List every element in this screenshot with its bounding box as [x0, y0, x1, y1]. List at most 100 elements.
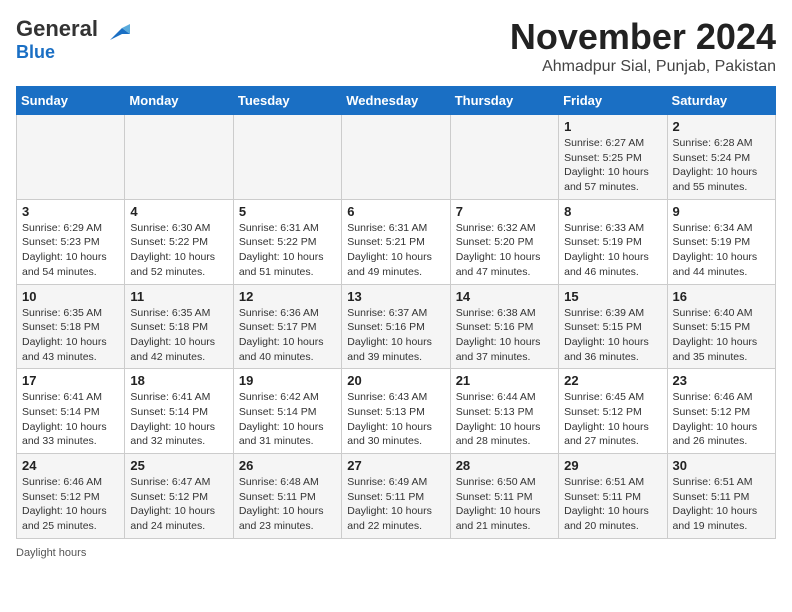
calendar-week-row: 17Sunrise: 6:41 AM Sunset: 5:14 PM Dayli…	[17, 369, 776, 454]
day-info: Sunrise: 6:49 AM Sunset: 5:11 PM Dayligh…	[347, 475, 444, 534]
day-info: Sunrise: 6:28 AM Sunset: 5:24 PM Dayligh…	[673, 136, 770, 195]
month-title: November 2024	[510, 16, 776, 58]
day-number: 22	[564, 373, 661, 388]
day-info: Sunrise: 6:40 AM Sunset: 5:15 PM Dayligh…	[673, 306, 770, 365]
calendar-header-row: SundayMondayTuesdayWednesdayThursdayFrid…	[17, 87, 776, 115]
page-header: General Blue November 2024 Ahmadpur Sial…	[16, 16, 776, 76]
day-info: Sunrise: 6:32 AM Sunset: 5:20 PM Dayligh…	[456, 221, 553, 280]
day-info: Sunrise: 6:38 AM Sunset: 5:16 PM Dayligh…	[456, 306, 553, 365]
calendar-cell	[17, 115, 125, 200]
day-info: Sunrise: 6:31 AM Sunset: 5:21 PM Dayligh…	[347, 221, 444, 280]
calendar-cell: 25 Sunrise: 6:47 AM Sunset: 5:12 PM Dayli…	[125, 454, 233, 539]
calendar-cell	[342, 115, 450, 200]
day-info: Sunrise: 6:51 AM Sunset: 5:11 PM Dayligh…	[564, 475, 661, 534]
calendar-table: SundayMondayTuesdayWednesdayThursdayFrid…	[16, 86, 776, 539]
day-number: 9	[673, 204, 770, 219]
calendar-cell	[125, 115, 233, 200]
day-number: 16	[673, 289, 770, 304]
col-header-wednesday: Wednesday	[342, 87, 450, 115]
day-info: Sunrise: 6:44 AM Sunset: 5:13 PM Dayligh…	[456, 390, 553, 449]
day-number: 1	[564, 119, 661, 134]
calendar-cell	[233, 115, 341, 200]
day-info: Sunrise: 6:34 AM Sunset: 5:19 PM Dayligh…	[673, 221, 770, 280]
day-info: Sunrise: 6:43 AM Sunset: 5:13 PM Dayligh…	[347, 390, 444, 449]
day-number: 20	[347, 373, 444, 388]
col-header-sunday: Sunday	[17, 87, 125, 115]
calendar-cell: 15Sunrise: 6:39 AM Sunset: 5:15 PM Dayli…	[559, 284, 667, 369]
day-number: 24	[22, 458, 119, 473]
day-info: Sunrise: 6:29 AM Sunset: 5:23 PM Dayligh…	[22, 221, 119, 280]
day-number: 25	[130, 458, 227, 473]
calendar-week-row: 1 Sunrise: 6:27 AM Sunset: 5:25 PM Daylig…	[17, 115, 776, 200]
calendar-cell: 23Sunrise: 6:46 AM Sunset: 5:12 PM Dayli…	[667, 369, 775, 454]
day-number: 10	[22, 289, 119, 304]
calendar-cell: 24Sunrise: 6:46 AM Sunset: 5:12 PM Dayli…	[17, 454, 125, 539]
day-info: Sunrise: 6:35 AM Sunset: 5:18 PM Dayligh…	[130, 306, 227, 365]
calendar-cell: 28Sunrise: 6:50 AM Sunset: 5:11 PM Dayli…	[450, 454, 558, 539]
calendar-week-row: 24Sunrise: 6:46 AM Sunset: 5:12 PM Dayli…	[17, 454, 776, 539]
day-number: 5	[239, 204, 336, 219]
col-header-saturday: Saturday	[667, 87, 775, 115]
calendar-cell: 22 Sunrise: 6:45 AM Sunset: 5:12 PM Dayli…	[559, 369, 667, 454]
calendar-cell: 27 Sunrise: 6:49 AM Sunset: 5:11 PM Dayli…	[342, 454, 450, 539]
logo-bird-icon	[102, 20, 132, 50]
day-number: 13	[347, 289, 444, 304]
calendar-cell: 30 Sunrise: 6:51 AM Sunset: 5:11 PM Dayli…	[667, 454, 775, 539]
day-info: Sunrise: 6:45 AM Sunset: 5:12 PM Dayligh…	[564, 390, 661, 449]
day-info: Sunrise: 6:51 AM Sunset: 5:11 PM Dayligh…	[673, 475, 770, 534]
logo: General Blue	[16, 16, 132, 63]
day-number: 7	[456, 204, 553, 219]
calendar-cell: 18Sunrise: 6:41 AM Sunset: 5:14 PM Dayli…	[125, 369, 233, 454]
day-number: 21	[456, 373, 553, 388]
calendar-cell: 10 Sunrise: 6:35 AM Sunset: 5:18 PM Dayli…	[17, 284, 125, 369]
calendar-cell	[450, 115, 558, 200]
day-info: Sunrise: 6:35 AM Sunset: 5:18 PM Dayligh…	[22, 306, 119, 365]
day-number: 26	[239, 458, 336, 473]
calendar-cell: 4Sunrise: 6:30 AM Sunset: 5:22 PM Daylig…	[125, 199, 233, 284]
day-number: 12	[239, 289, 336, 304]
calendar-cell: 2 Sunrise: 6:28 AM Sunset: 5:24 PM Daylig…	[667, 115, 775, 200]
calendar-cell: 9 Sunrise: 6:34 AM Sunset: 5:19 PM Daylig…	[667, 199, 775, 284]
day-number: 30	[673, 458, 770, 473]
day-info: Sunrise: 6:27 AM Sunset: 5:25 PM Dayligh…	[564, 136, 661, 195]
calendar-cell: 5Sunrise: 6:31 AM Sunset: 5:22 PM Daylig…	[233, 199, 341, 284]
calendar-cell: 7 Sunrise: 6:32 AM Sunset: 5:20 PM Daylig…	[450, 199, 558, 284]
calendar-cell: 29Sunrise: 6:51 AM Sunset: 5:11 PM Dayli…	[559, 454, 667, 539]
day-info: Sunrise: 6:33 AM Sunset: 5:19 PM Dayligh…	[564, 221, 661, 280]
calendar-cell: 20 Sunrise: 6:43 AM Sunset: 5:13 PM Dayli…	[342, 369, 450, 454]
day-number: 11	[130, 289, 227, 304]
day-number: 15	[564, 289, 661, 304]
footer: Daylight hours	[16, 547, 776, 559]
calendar-cell: 11 Sunrise: 6:35 AM Sunset: 5:18 PM Dayli…	[125, 284, 233, 369]
calendar-cell: 3 Sunrise: 6:29 AM Sunset: 5:23 PM Daylig…	[17, 199, 125, 284]
day-info: Sunrise: 6:47 AM Sunset: 5:12 PM Dayligh…	[130, 475, 227, 534]
day-number: 8	[564, 204, 661, 219]
calendar-cell: 14 Sunrise: 6:38 AM Sunset: 5:16 PM Dayli…	[450, 284, 558, 369]
calendar-cell: 1 Sunrise: 6:27 AM Sunset: 5:25 PM Daylig…	[559, 115, 667, 200]
calendar-cell: 17Sunrise: 6:41 AM Sunset: 5:14 PM Dayli…	[17, 369, 125, 454]
calendar-cell: 12 Sunrise: 6:36 AM Sunset: 5:17 PM Dayli…	[233, 284, 341, 369]
calendar-cell: 8 Sunrise: 6:33 AM Sunset: 5:19 PM Daylig…	[559, 199, 667, 284]
day-number: 14	[456, 289, 553, 304]
col-header-tuesday: Tuesday	[233, 87, 341, 115]
calendar-cell: 13 Sunrise: 6:37 AM Sunset: 5:16 PM Dayli…	[342, 284, 450, 369]
day-number: 6	[347, 204, 444, 219]
day-number: 27	[347, 458, 444, 473]
day-info: Sunrise: 6:46 AM Sunset: 5:12 PM Dayligh…	[673, 390, 770, 449]
day-info: Sunrise: 6:36 AM Sunset: 5:17 PM Dayligh…	[239, 306, 336, 365]
calendar-cell: 6 Sunrise: 6:31 AM Sunset: 5:21 PM Daylig…	[342, 199, 450, 284]
col-header-thursday: Thursday	[450, 87, 558, 115]
day-info: Sunrise: 6:37 AM Sunset: 5:16 PM Dayligh…	[347, 306, 444, 365]
calendar-week-row: 10 Sunrise: 6:35 AM Sunset: 5:18 PM Dayli…	[17, 284, 776, 369]
day-number: 2	[673, 119, 770, 134]
col-header-monday: Monday	[125, 87, 233, 115]
calendar-cell: 16 Sunrise: 6:40 AM Sunset: 5:15 PM Dayli…	[667, 284, 775, 369]
day-info: Sunrise: 6:30 AM Sunset: 5:22 PM Dayligh…	[130, 221, 227, 280]
day-number: 3	[22, 204, 119, 219]
day-info: Sunrise: 6:48 AM Sunset: 5:11 PM Dayligh…	[239, 475, 336, 534]
daylight-label: Daylight hours	[16, 547, 86, 559]
day-number: 19	[239, 373, 336, 388]
col-header-friday: Friday	[559, 87, 667, 115]
day-number: 28	[456, 458, 553, 473]
calendar-week-row: 3 Sunrise: 6:29 AM Sunset: 5:23 PM Daylig…	[17, 199, 776, 284]
